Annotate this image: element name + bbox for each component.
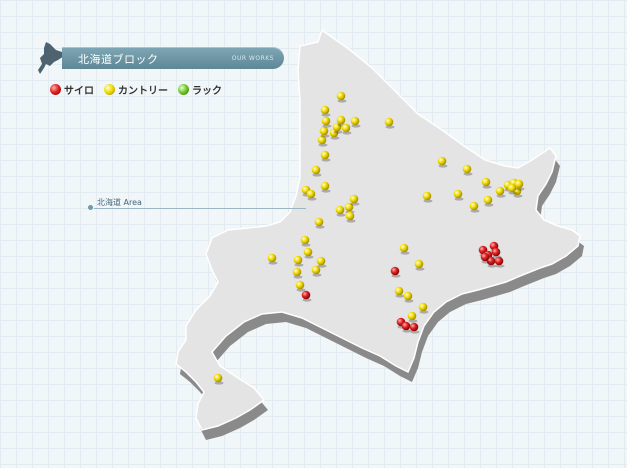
legend-item-country: カントリー: [104, 82, 168, 97]
red-pin-icon: [50, 84, 61, 95]
hokkaido-map: [175, 28, 584, 440]
area-label: 北海道 Area: [97, 198, 142, 207]
header-title: 北海道ブロック: [78, 53, 159, 66]
legend-item-rack: ラック: [178, 82, 222, 97]
area-dot-icon: [88, 205, 93, 210]
legend-label-country: カントリー: [118, 86, 168, 97]
yellow-pin-icon: [104, 84, 115, 95]
green-pin-icon: [178, 84, 189, 95]
legend-label-silo: サイロ: [64, 86, 94, 97]
header-subtitle: OUR WORKS: [231, 55, 274, 62]
legend-label-rack: ラック: [192, 86, 222, 97]
island-land: [175, 28, 581, 431]
legend-item-silo: サイロ: [50, 82, 94, 97]
header-banner: 北海道ブロック OUR WORKS: [62, 47, 284, 69]
area-leader-line: [94, 208, 306, 209]
legend: サイロ カントリー ラック: [50, 82, 222, 97]
